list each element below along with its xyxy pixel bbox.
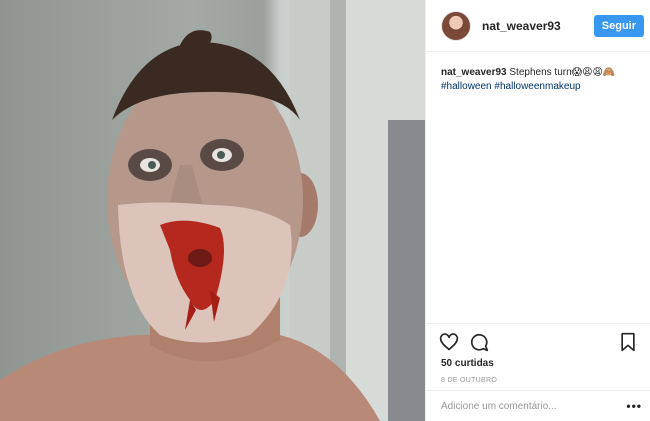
hashtag-link[interactable]: #halloweenmakeup (494, 81, 580, 92)
comment-input[interactable] (441, 400, 627, 412)
bookmark-icon[interactable] (618, 332, 638, 352)
post-header: nat_weaver93 Seguir (426, 0, 650, 52)
avatar[interactable] (441, 10, 471, 41)
caption-username[interactable]: nat_weaver93 (441, 67, 507, 78)
post-date: 8 DE OUTUBRO (441, 377, 498, 384)
likes-count[interactable]: 50 curtidas (426, 354, 650, 369)
comment-icon[interactable] (469, 332, 489, 352)
username-link[interactable]: nat_weaver93 (482, 19, 594, 33)
heart-icon[interactable] (439, 332, 459, 352)
post-photo-image (0, 0, 425, 421)
post-photo[interactable] (0, 0, 425, 421)
comment-bar: ••• (426, 390, 650, 421)
hashtag-link[interactable]: #halloween (441, 81, 492, 92)
post-caption: nat_weaver93 Stephens turn😱😩😩🙈 #hallowee… (426, 52, 650, 94)
action-icons (426, 324, 650, 354)
caption-emojis: 😱😩😩🙈 (571, 67, 616, 78)
more-options-icon[interactable]: ••• (626, 399, 642, 413)
follow-button[interactable]: Seguir (593, 14, 644, 37)
caption-text: Stephens turn (509, 67, 572, 78)
post-sidebar: nat_weaver93 Seguir nat_weaver93 Stephen… (425, 0, 650, 421)
post-actions: 50 curtidas 8 DE OUTUBRO (426, 323, 650, 384)
